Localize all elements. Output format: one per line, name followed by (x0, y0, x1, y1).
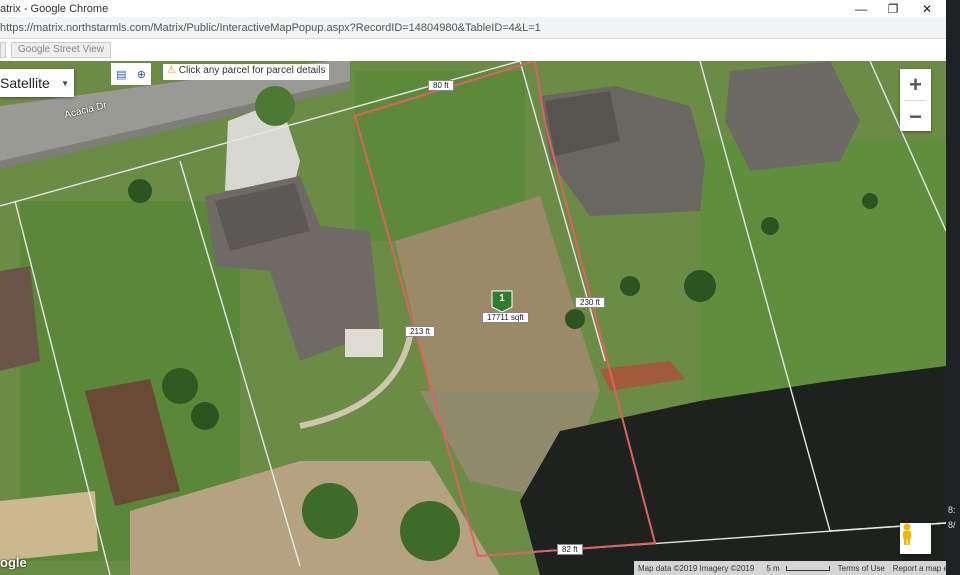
map-type-selector[interactable]: Satellite ▼ (0, 69, 74, 97)
pegman-icon[interactable] (900, 523, 914, 545)
minimize-icon[interactable]: — (846, 0, 876, 17)
window-title: atrix - Google Chrome (0, 2, 109, 15)
map-data-credit: Map data ©2019 Imagery ©2019 (638, 563, 755, 573)
parcel-hint-text: Click any parcel for parcel details (178, 65, 326, 76)
scale-label: 5 m (766, 563, 780, 573)
dimension-top: 80 ft (428, 80, 454, 91)
locate-icon[interactable]: ⊕ (137, 68, 146, 81)
google-logo: ogle (0, 555, 27, 570)
restore-icon[interactable]: ❐ (878, 0, 908, 17)
clock-date: 8/ (948, 520, 956, 530)
property-marker[interactable]: 1 (490, 289, 514, 313)
scale-bar (785, 565, 830, 571)
map-attribution: Map data ©2019 Imagery ©2019 5 m Terms o… (634, 561, 946, 575)
report-error-link[interactable]: Report a map error (889, 564, 946, 573)
satellite-map[interactable]: Acacia Dr Satellite ▼ ▤ ⊕ ⚠ Click any pa… (0, 61, 946, 575)
zoom-controls: + − (900, 69, 931, 131)
dimension-left: 213 ft (405, 326, 436, 337)
zoom-in-button[interactable]: + (900, 69, 931, 100)
map-tools: ▤ ⊕ (111, 63, 151, 85)
tab-google-street-view[interactable]: Google Street View (11, 42, 111, 58)
satellite-imagery (0, 61, 946, 575)
chevron-down-icon[interactable]: ▼ (61, 79, 69, 88)
dimension-bottom: 82 ft (557, 544, 583, 555)
title-bar: atrix - Google Chrome — ❐ ✕ (0, 0, 946, 17)
terms-link[interactable]: Terms of Use (834, 564, 889, 573)
marker-number: 1 (499, 293, 505, 304)
map-tab-strip: Google Street View (0, 39, 946, 61)
zoom-out-button[interactable]: − (900, 101, 931, 132)
dimension-right: 230 ft (575, 297, 606, 308)
address-bar[interactable]: https://matrix.northstarmls.com/Matrix/P… (0, 17, 946, 39)
url-text[interactable]: https://matrix.northstarmls.com/Matrix/P… (0, 22, 541, 34)
street-view-pegman[interactable] (900, 523, 931, 554)
warning-icon: ⚠ (167, 65, 176, 76)
tab-edge (0, 42, 6, 58)
parcel-hint: ⚠ Click any parcel for parcel details (163, 64, 330, 80)
area-label: 17711 sqft (482, 312, 529, 323)
clock-time: 8: (948, 505, 956, 515)
layers-icon[interactable]: ▤ (116, 68, 126, 81)
map-type-label[interactable]: Satellite (0, 75, 50, 91)
close-icon[interactable]: ✕ (912, 0, 942, 17)
desktop-taskbar (946, 0, 960, 575)
scale-control[interactable]: 5 m (758, 564, 833, 573)
browser-window: atrix - Google Chrome — ❐ ✕ https://matr… (0, 0, 946, 575)
